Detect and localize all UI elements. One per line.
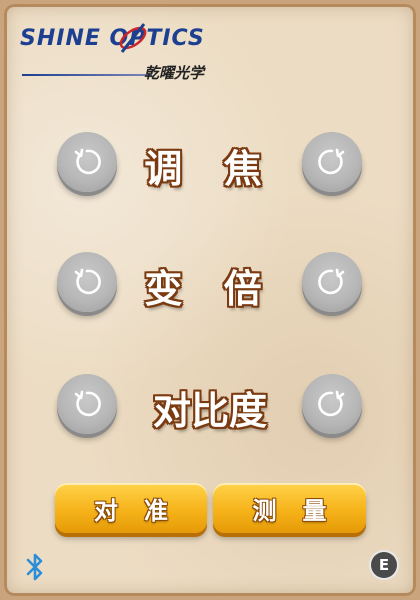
brand-subtitle: 乾曜光学 (144, 64, 205, 82)
status-badge: E (371, 552, 397, 578)
zoom-label: 变 倍 (144, 267, 276, 311)
contrast-label: 对比度 (152, 389, 267, 433)
contrast-control-row: 对比度 (0, 372, 420, 442)
focus-control-row: 调 焦 (0, 130, 420, 200)
focus-rotate-left-button[interactable] (57, 132, 117, 192)
focus-label: 调 焦 (144, 147, 276, 191)
rotate-cw-icon (318, 148, 345, 175)
focus-rotate-right-button[interactable] (302, 132, 362, 192)
brand-logo: SHINE OPTICS 乾曜光学 (20, 23, 220, 84)
logo-swoosh-icon (119, 23, 147, 53)
rotate-ccw-icon (74, 148, 101, 175)
bluetooth-icon[interactable] (22, 552, 48, 582)
rotate-cw-icon (318, 268, 345, 295)
rotate-ccw-icon (74, 390, 101, 417)
align-button-label: 对准 (94, 496, 194, 525)
zoom-rotate-left-button[interactable] (57, 252, 117, 312)
rotate-ccw-icon (74, 268, 101, 295)
measure-button[interactable]: 测量 (213, 483, 366, 533)
align-button[interactable]: 对准 (55, 483, 207, 533)
contrast-rotate-left-button[interactable] (57, 374, 117, 434)
brand-wordmark: SHINE OPTICS (20, 26, 205, 51)
contrast-rotate-right-button[interactable] (302, 374, 362, 434)
zoom-control-row: 变 倍 (0, 250, 420, 320)
measure-button-label: 测量 (252, 496, 353, 525)
zoom-rotate-right-button[interactable] (302, 252, 362, 312)
brand-underline (22, 74, 152, 76)
rotate-cw-icon (318, 390, 345, 417)
